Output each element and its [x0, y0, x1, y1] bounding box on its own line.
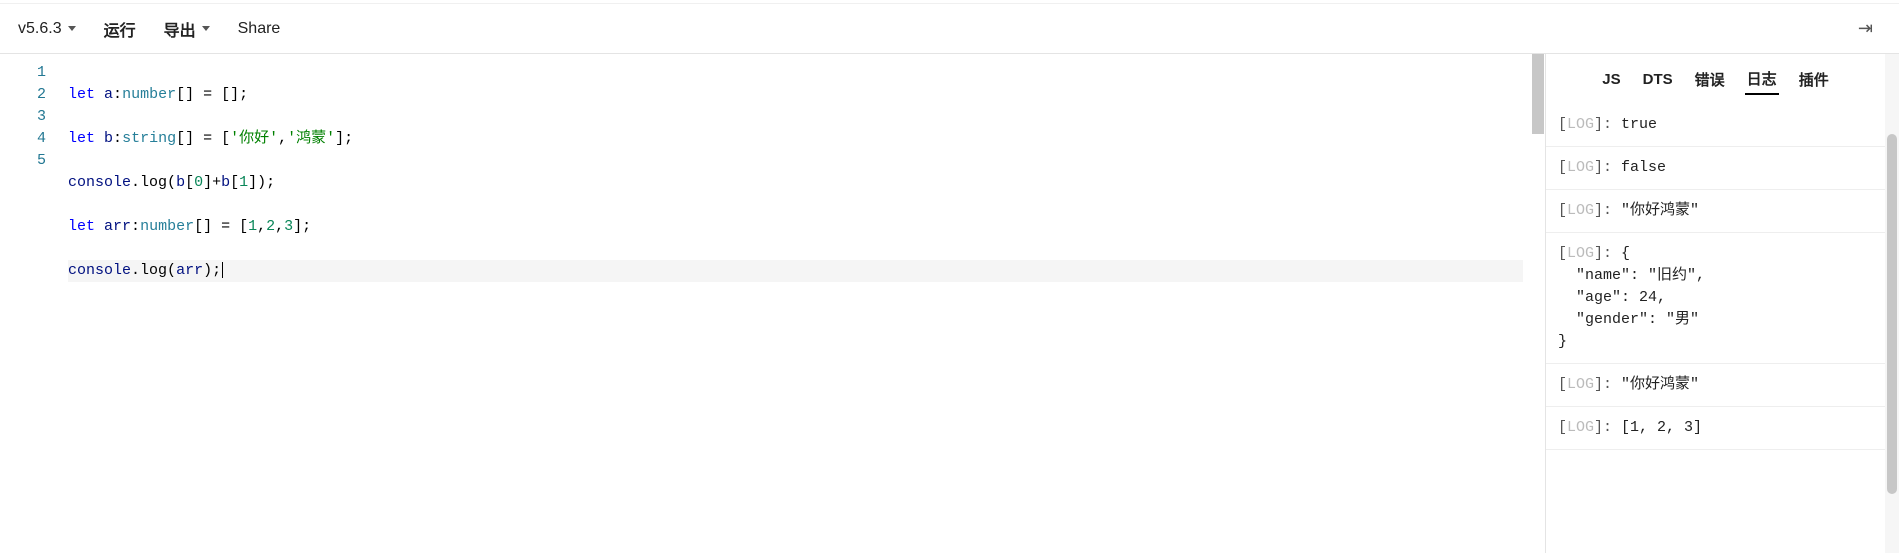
line-number: 3	[0, 106, 58, 128]
export-dropdown[interactable]: 导出	[164, 17, 210, 41]
tab-errors[interactable]: 错误	[1693, 65, 1727, 94]
line-number: 2	[0, 84, 58, 106]
log-line: [LOG]: false	[1546, 147, 1885, 190]
tab-logs[interactable]: 日志	[1745, 64, 1779, 95]
caret-down-icon	[202, 26, 210, 31]
version-label: v5.6.3	[18, 20, 62, 38]
log-line: [LOG]: [1, 2, 3]	[1546, 407, 1885, 450]
log-line: [LOG]: "你好鸿蒙"	[1546, 364, 1885, 407]
toolbar: v5.6.3 运行 导出 Share ⇥	[0, 4, 1899, 54]
tab-plugins[interactable]: 插件	[1797, 65, 1831, 94]
scrollbar-thumb[interactable]	[1887, 134, 1897, 494]
line-number: 5	[0, 150, 58, 172]
line-number: 1	[0, 62, 58, 84]
page-scrollbar[interactable]	[1885, 54, 1899, 553]
editor-scrollbar[interactable]	[1531, 54, 1545, 553]
line-gutter: 1 2 3 4 5	[0, 54, 58, 553]
code-editor[interactable]: let a:number[] = []; let b:string[] = ['…	[58, 54, 1531, 553]
export-label: 导出	[164, 17, 196, 41]
log-line: [LOG]: { "name": "旧约", "age": 24, "gende…	[1546, 233, 1885, 364]
share-button[interactable]: Share	[238, 20, 281, 38]
tab-indent-icon[interactable]: ⇥	[1850, 14, 1881, 43]
version-dropdown[interactable]: v5.6.3	[18, 20, 76, 38]
output-tabs: JS DTS 错误 日志 插件	[1546, 54, 1885, 104]
log-line: [LOG]: "你好鸿蒙"	[1546, 190, 1885, 233]
tab-js[interactable]: JS	[1600, 67, 1622, 92]
log-line: [LOG]: true	[1546, 104, 1885, 147]
log-output[interactable]: [LOG]: true [LOG]: false [LOG]: "你好鸿蒙" […	[1546, 104, 1885, 553]
scrollbar-thumb[interactable]	[1532, 54, 1544, 134]
caret-down-icon	[68, 26, 76, 31]
output-pane: JS DTS 错误 日志 插件 [LOG]: true [LOG]: false…	[1545, 54, 1885, 553]
tab-dts[interactable]: DTS	[1641, 67, 1675, 92]
editor-pane: 1 2 3 4 5 let a:number[] = []; let b:str…	[0, 54, 1545, 553]
text-cursor	[222, 262, 223, 278]
run-button[interactable]: 运行	[104, 17, 136, 41]
line-number: 4	[0, 128, 58, 150]
